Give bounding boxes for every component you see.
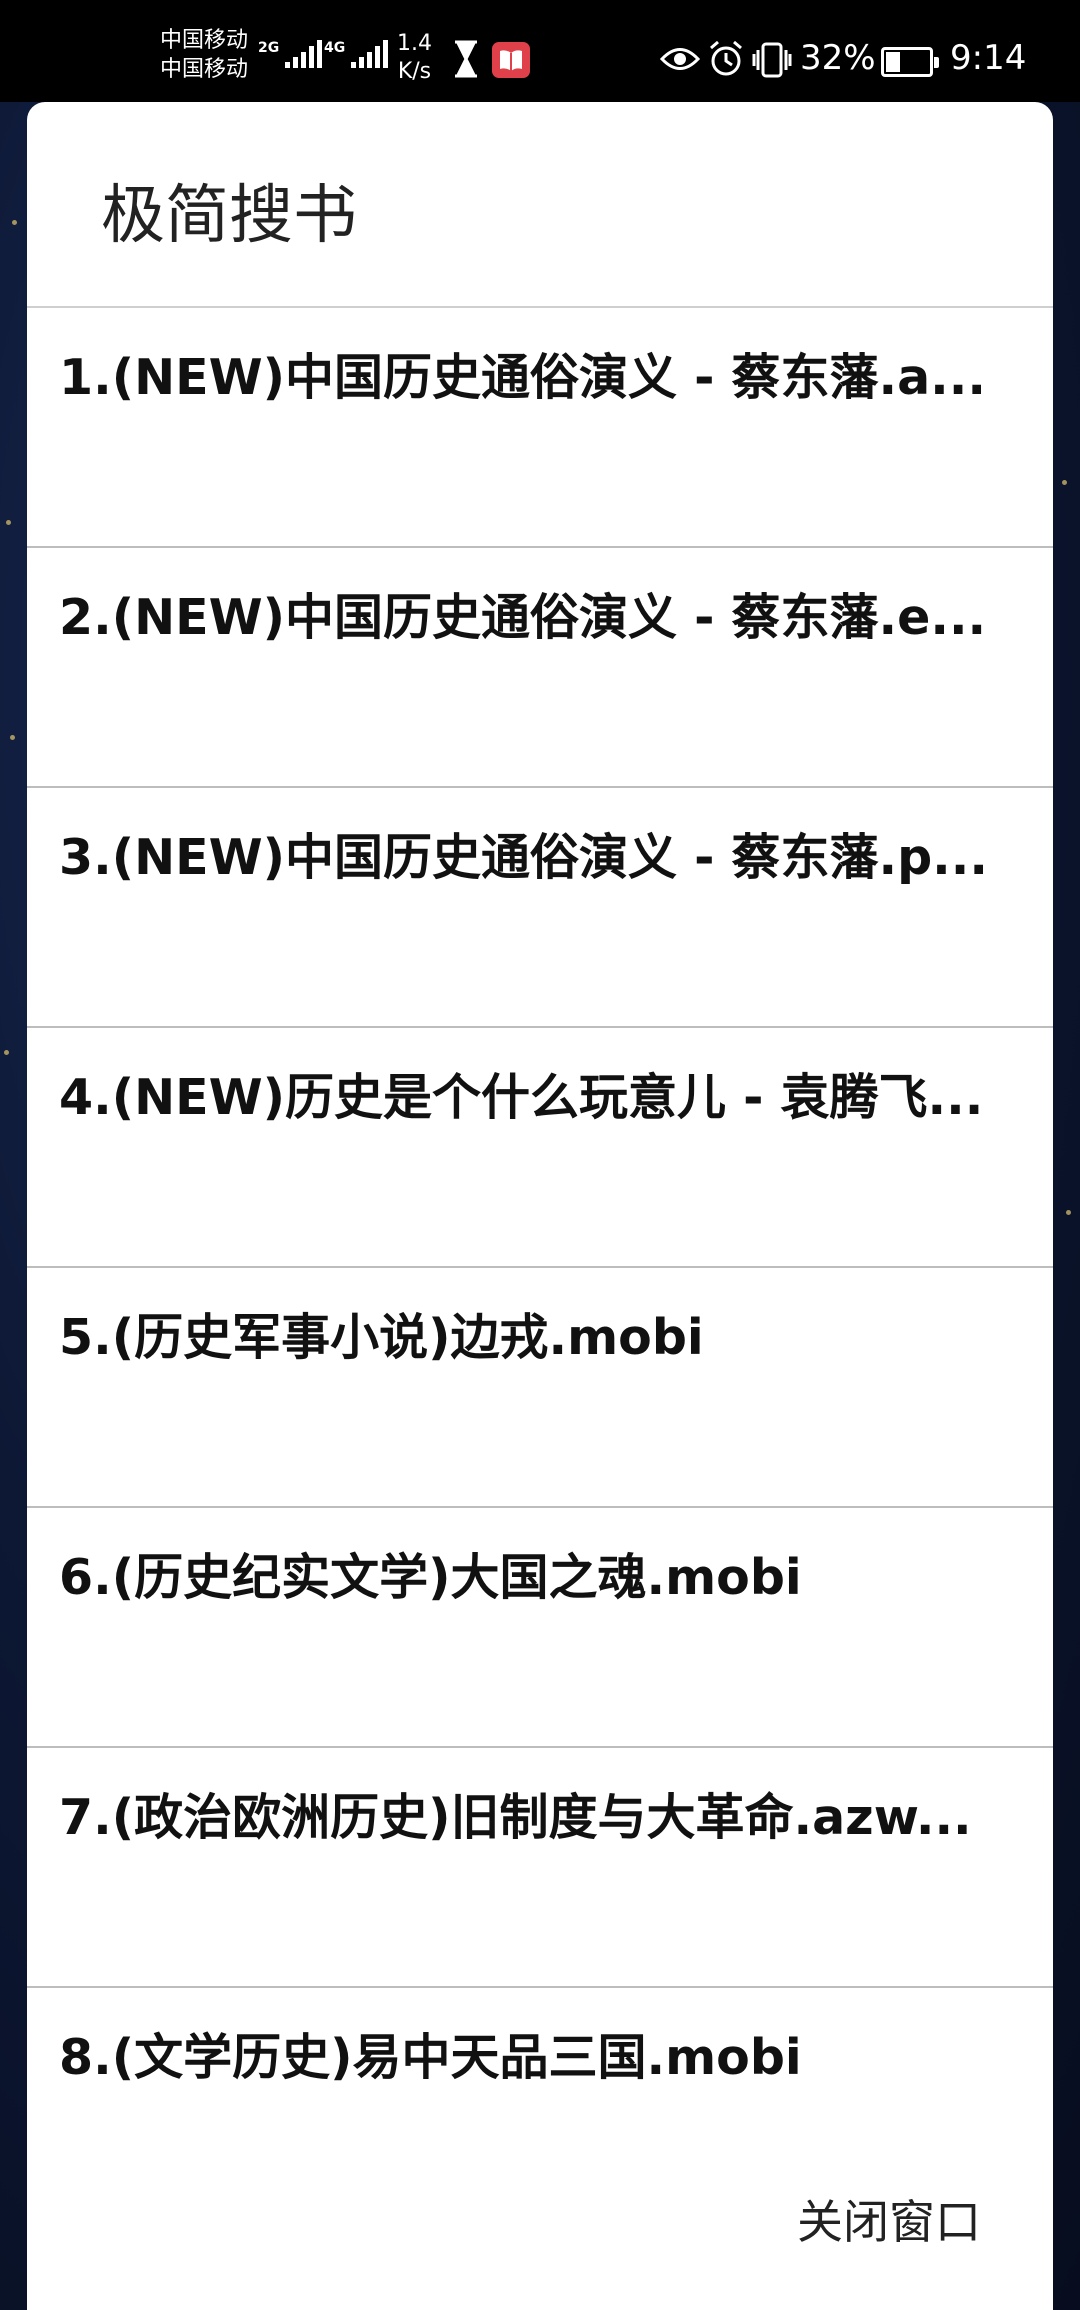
signal-strength-icon-2: 4G: [324, 40, 389, 68]
dialog-title: 极简搜书: [27, 102, 1053, 308]
book-result-item[interactable]: 5.(历史军事小说)边戎.mobi: [27, 1268, 1053, 1508]
alarm-icon: [710, 40, 742, 76]
network-type-2: 4G: [324, 40, 346, 56]
battery-icon: [881, 47, 939, 77]
book-app-icon: [492, 42, 530, 78]
status-bar: 中国移动 中国移动 2G 4G 1.4 K/s 32% 9:14: [0, 0, 1080, 102]
battery-percentage: 32%: [800, 38, 876, 78]
background-star: [4, 1050, 9, 1055]
clock: 9:14: [950, 38, 1027, 78]
network-speed: 1.4 K/s: [397, 30, 432, 86]
carrier-2: 中国移动: [160, 57, 249, 82]
background-star: [12, 220, 17, 225]
search-results-dialog: 极简搜书 1.(NEW)中国历史通俗演义 - 蔡东藩.a... 2.(NEW)中…: [27, 102, 1053, 2310]
background-star: [1062, 480, 1067, 485]
book-result-item[interactable]: 3.(NEW)中国历史通俗演义 - 蔡东藩.p...: [27, 788, 1053, 1028]
network-speed-unit: K/s: [397, 59, 432, 84]
background-star: [6, 520, 11, 525]
vibrate-icon: [752, 42, 792, 78]
book-result-item[interactable]: 4.(NEW)历史是个什么玩意儿 - 袁腾飞...: [27, 1028, 1053, 1268]
book-result-list: 1.(NEW)中国历史通俗演义 - 蔡东藩.a... 2.(NEW)中国历史通俗…: [27, 308, 1053, 2228]
carrier-labels: 中国移动 中国移动: [160, 26, 248, 84]
background-star: [10, 735, 15, 740]
background-star: [1066, 1210, 1071, 1215]
book-result-item[interactable]: 7.(政治欧洲历史)旧制度与大革命.azw...: [27, 1748, 1053, 1988]
eye-icon: [660, 48, 700, 70]
network-type-1: 2G: [258, 40, 280, 56]
close-window-button[interactable]: 关闭窗口: [797, 2186, 981, 2252]
hourglass-icon: [455, 40, 477, 78]
network-speed-value: 1.4: [397, 31, 432, 56]
carrier-1: 中国移动: [160, 28, 249, 53]
signal-strength-icon-1: 2G: [258, 40, 323, 68]
book-result-item[interactable]: 6.(历史纪实文学)大国之魂.mobi: [27, 1508, 1053, 1748]
book-result-item[interactable]: 2.(NEW)中国历史通俗演义 - 蔡东藩.e...: [27, 548, 1053, 788]
book-result-item[interactable]: 1.(NEW)中国历史通俗演义 - 蔡东藩.a...: [27, 308, 1053, 548]
